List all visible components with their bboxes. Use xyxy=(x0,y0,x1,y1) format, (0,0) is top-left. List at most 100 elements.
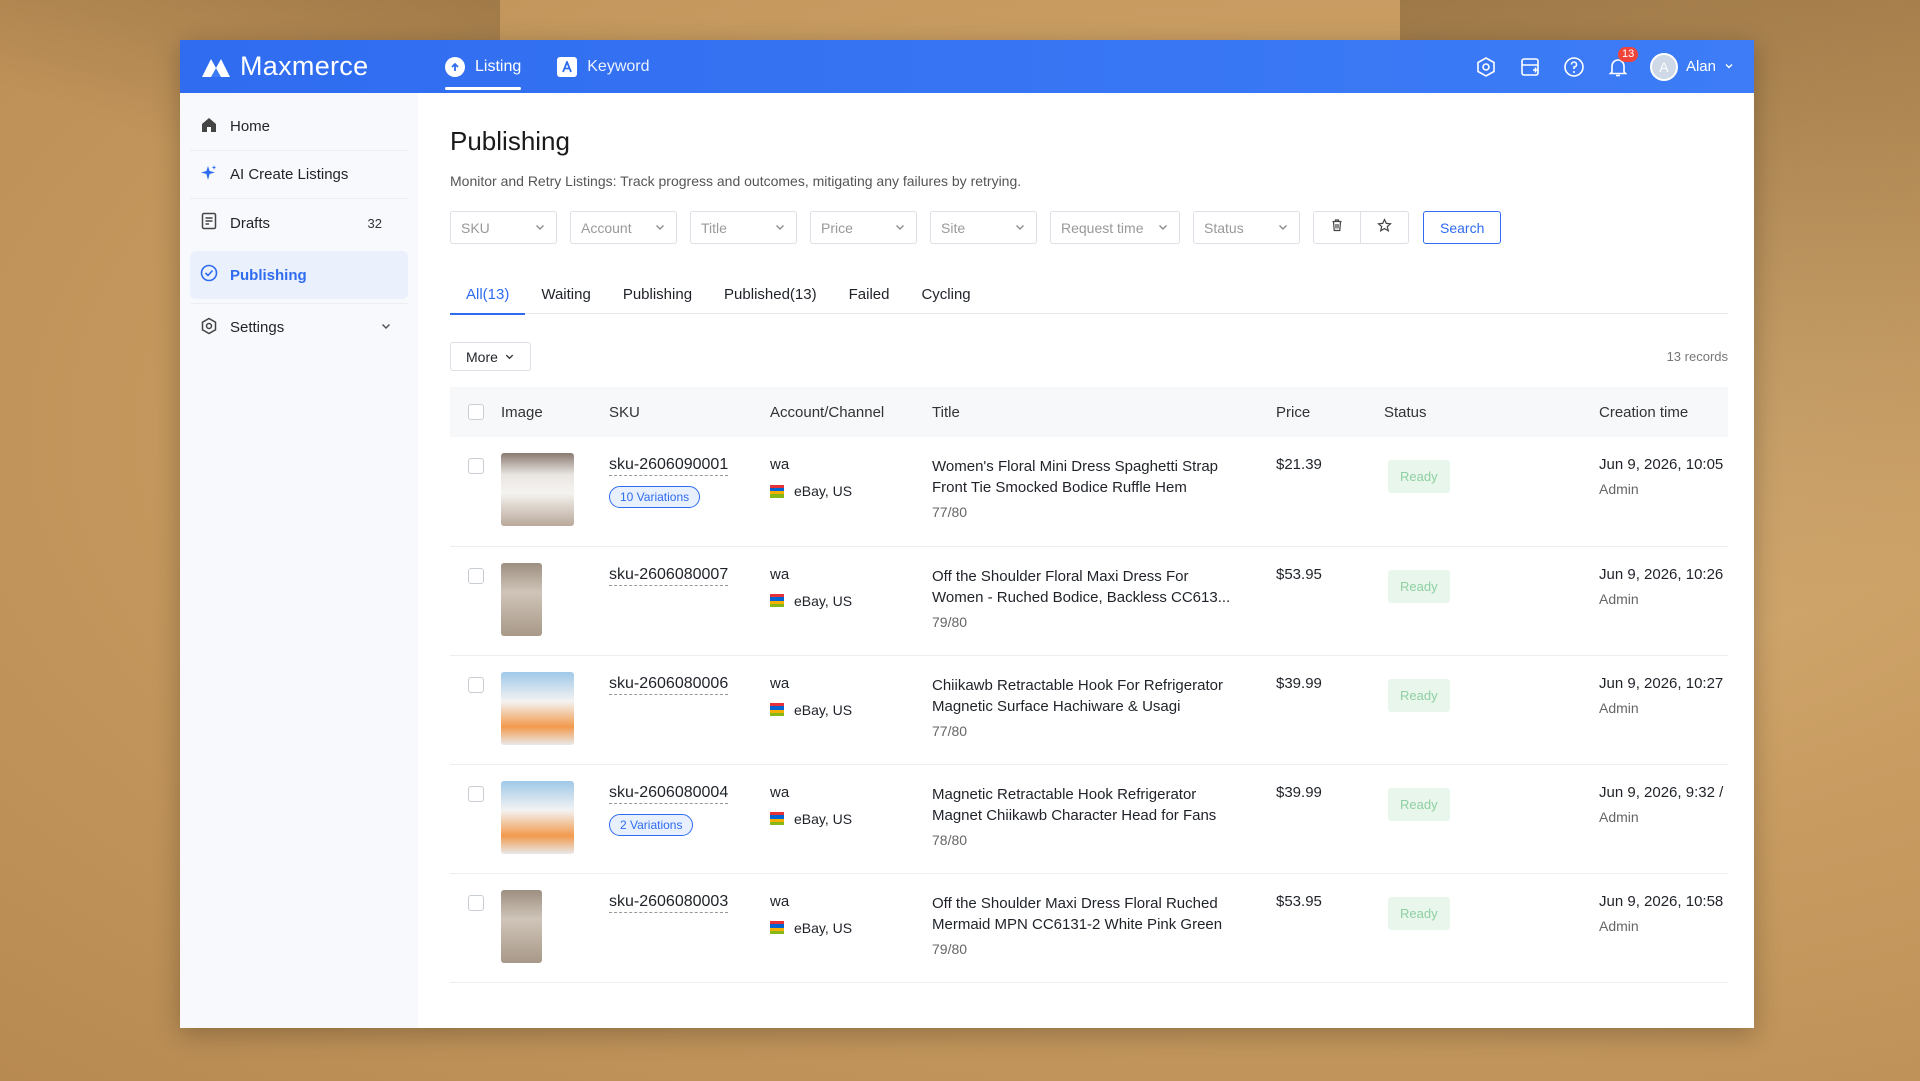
tab-all[interactable]: All(13) xyxy=(450,277,526,315)
product-thumbnail[interactable] xyxy=(501,889,542,963)
user-menu[interactable]: A Alan xyxy=(1649,52,1734,81)
tab-published[interactable]: Published(13) xyxy=(708,277,833,314)
product-thumbnail[interactable] xyxy=(501,453,574,526)
variations-tag[interactable]: 2 Variations xyxy=(609,813,694,836)
settings-hex-icon[interactable] xyxy=(1474,55,1498,79)
user-name: Alan xyxy=(1685,58,1716,75)
status-filter-label: Status xyxy=(1204,219,1244,236)
variations-tag[interactable]: 10 Variations xyxy=(609,486,701,508)
sku-cell: sku-2606080004 2 Variations xyxy=(609,764,770,873)
brand-name: Maxmerce xyxy=(240,51,369,81)
help-icon[interactable] xyxy=(1562,55,1586,79)
keyword-icon xyxy=(557,56,578,77)
creation-time: Jun 9, 2026, 10:05 xyxy=(1599,456,1724,473)
upload-icon xyxy=(445,56,465,77)
topnav-listing[interactable]: Listing xyxy=(445,40,522,93)
tab-waiting[interactable]: Waiting xyxy=(525,277,606,314)
price-filter[interactable]: Price xyxy=(810,211,917,244)
chevron-down-icon xyxy=(774,220,786,236)
page-description: Monitor and Retry Listings: Track progre… xyxy=(450,173,1022,189)
sidebar-item-drafts[interactable]: Drafts 32 xyxy=(190,199,408,247)
brand-logo[interactable]: Maxmerce xyxy=(200,51,445,82)
table-row[interactable]: sku-2606080006 wa eBay, US Chiikawb Retr… xyxy=(450,655,1728,764)
sidebar-item-settings[interactable]: Settings xyxy=(190,303,408,351)
sidebar-item-label: Settings xyxy=(230,319,285,336)
store-add-icon[interactable] xyxy=(1518,55,1542,79)
sku-link[interactable]: sku-2606080003 xyxy=(609,893,729,913)
sku-cell: sku-2606080007 xyxy=(609,546,770,655)
tab-failed[interactable]: Failed xyxy=(833,277,906,314)
row-checkbox[interactable] xyxy=(468,567,484,584)
sidebar-item-label: Publishing xyxy=(230,266,307,284)
sku-filter[interactable]: SKU xyxy=(450,211,557,244)
bell-icon[interactable]: 13 xyxy=(1606,46,1639,79)
row-checkbox[interactable] xyxy=(468,785,484,802)
sku-link[interactable]: sku-2606090001 xyxy=(609,456,729,476)
more-button[interactable]: More xyxy=(450,342,531,371)
product-thumbnail[interactable] xyxy=(501,780,574,854)
sidebar-item-publishing[interactable]: Publishing xyxy=(190,251,408,299)
table-row[interactable]: sku-2606080004 2 Variations wa eBay, US … xyxy=(450,764,1728,873)
product-thumbnail[interactable] xyxy=(501,562,542,636)
row-checkbox[interactable] xyxy=(468,894,484,911)
column-title: Title xyxy=(932,403,960,421)
site-filter[interactable]: Site xyxy=(930,211,1037,244)
creator: Admin xyxy=(1599,590,1639,607)
row-checkbox-cell xyxy=(450,546,501,655)
sku-link[interactable]: sku-2606080007 xyxy=(609,566,729,586)
status-filter[interactable]: Status xyxy=(1193,211,1300,244)
product-thumbnail[interactable] xyxy=(501,671,574,745)
row-checkbox-cell xyxy=(450,764,501,873)
top-right-actions: 13 A Alan xyxy=(1474,46,1734,81)
image-cell xyxy=(501,873,609,982)
account-cell: wa eBay, US xyxy=(770,655,932,764)
channel: eBay, US xyxy=(770,702,932,718)
title-filter[interactable]: Title xyxy=(690,211,797,244)
maxmerce-logo-icon xyxy=(200,55,232,79)
sku-link[interactable]: sku-2606080004 xyxy=(609,784,729,804)
image-cell xyxy=(501,546,609,655)
request-time-filter[interactable]: Request time xyxy=(1050,211,1180,244)
price: $21.39 xyxy=(1276,456,1322,473)
account-filter[interactable]: Account xyxy=(570,211,677,244)
channel-label: eBay, US xyxy=(794,810,853,827)
topnav-keyword[interactable]: Keyword xyxy=(557,40,650,93)
table-row[interactable]: sku-2606080007 wa eBay, US Off the Shoul… xyxy=(450,546,1728,655)
sku-filter-label: SKU xyxy=(461,219,490,236)
sidebar-item-ai-create[interactable]: AI Create Listings xyxy=(190,151,408,199)
check-circle-icon xyxy=(200,264,218,286)
clear-filters-button[interactable] xyxy=(1313,211,1361,244)
listing-title: Women's Floral Mini Dress Spaghetti Stra… xyxy=(932,458,1219,496)
sidebar-item-home[interactable]: Home xyxy=(190,103,408,151)
select-all-checkbox[interactable] xyxy=(468,404,484,420)
listing-title: Chiikawb Retractable Hook For Refrigerat… xyxy=(932,676,1223,715)
main-content: Publishing Monitor and Retry Listings: T… xyxy=(450,93,1728,1028)
status-cell: Ready xyxy=(1384,764,1599,873)
tab-publishing[interactable]: Publishing xyxy=(607,277,708,314)
avatar: A xyxy=(1649,52,1678,81)
price: $53.95 xyxy=(1276,892,1322,910)
time-cell: Jun 9, 2026, 10:26 Admin xyxy=(1599,546,1728,655)
time-cell: Jun 9, 2026, 9:32 / Admin xyxy=(1599,764,1728,873)
status-badge: Ready xyxy=(1388,896,1450,930)
account-filter-label: Account xyxy=(581,219,632,236)
save-filter-button[interactable] xyxy=(1361,211,1409,244)
filter-bar: SKU Account Title Price Site Request tim… xyxy=(450,211,1728,244)
row-checkbox[interactable] xyxy=(468,676,484,693)
price-cell: $53.95 xyxy=(1276,546,1384,655)
chevron-down-icon xyxy=(654,220,666,236)
table-row[interactable]: sku-2606090001 10 Variations wa eBay, US… xyxy=(450,437,1728,546)
records-count: 13 records xyxy=(1666,349,1728,364)
page-title: Publishing xyxy=(450,126,570,156)
table-toolbar: More 13 records xyxy=(450,342,1728,371)
search-button[interactable]: Search xyxy=(1423,211,1502,244)
sku-link[interactable]: sku-2606080006 xyxy=(609,675,729,695)
row-checkbox[interactable] xyxy=(468,458,484,474)
tab-cycling[interactable]: Cycling xyxy=(905,277,986,314)
table-row[interactable]: sku-2606080003 wa eBay, US Off the Shoul… xyxy=(450,873,1728,982)
topnav-keyword-label: Keyword xyxy=(587,57,650,75)
time-cell: Jun 9, 2026, 10:27 Admin xyxy=(1599,655,1728,764)
price: $53.95 xyxy=(1276,565,1322,583)
account-cell: wa eBay, US xyxy=(770,546,932,655)
column-status: Status xyxy=(1384,403,1427,421)
